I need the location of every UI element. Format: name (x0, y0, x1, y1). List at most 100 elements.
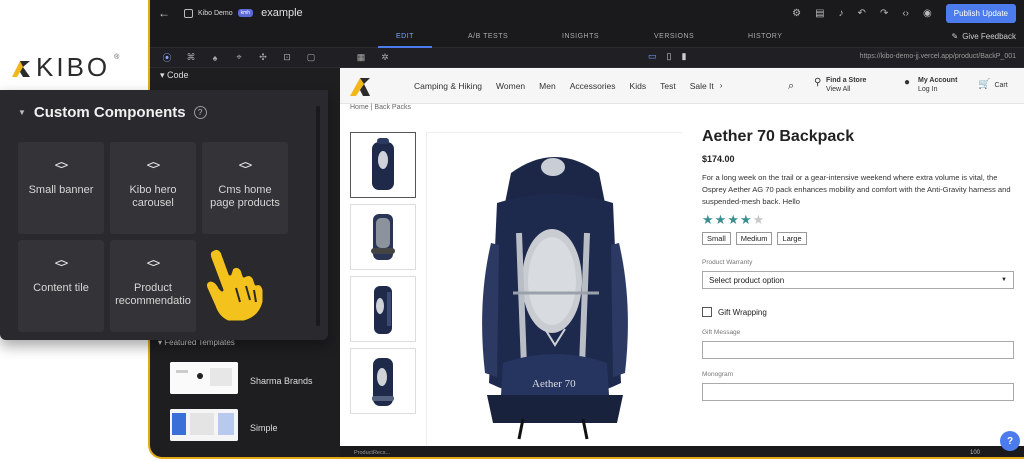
store-logo-icon[interactable] (348, 68, 372, 104)
comments-icon[interactable]: ▢ (304, 52, 318, 63)
nav-item[interactable]: Sale It (690, 81, 714, 91)
template-preview-image (170, 409, 238, 441)
nav-item[interactable]: Camping & Hiking (414, 81, 482, 91)
product-warranty-select[interactable]: Select product option ▼ (702, 271, 1014, 289)
product-warranty-label: Product Warranty (702, 259, 753, 266)
help-button[interactable]: ? (1000, 431, 1020, 451)
code-brackets-icon: <> (54, 256, 68, 270)
status-text: ProductRecs... (354, 449, 391, 456)
debug-icon[interactable]: ⚙ (792, 8, 801, 19)
component-tile-cms-home-page-products[interactable]: <> Cms home page products (202, 142, 288, 234)
back-arrow-icon[interactable]: ← (158, 6, 170, 20)
store-header: Camping & Hiking Women Men Accessories K… (340, 68, 1024, 104)
template-name-sharma[interactable]: Sharma Brands (250, 376, 313, 386)
desktop-icon[interactable]: ▭ (648, 51, 657, 62)
size-option-large[interactable]: Large (777, 232, 807, 245)
star-icon: ★ (752, 212, 766, 227)
template-thumbnail-simple[interactable] (170, 409, 238, 441)
code-section-label[interactable]: ▾ Code (160, 70, 189, 81)
redo-icon[interactable]: ↷ (880, 8, 888, 19)
size-option-medium[interactable]: Medium (735, 232, 773, 245)
breadcrumb-back-packs[interactable]: Back Packs (374, 104, 411, 111)
preview-eye-icon[interactable]: ◉ (923, 8, 932, 19)
layers-icon[interactable]: ⦿ (160, 51, 174, 64)
custom-components-panel: ▼ Custom Components ? <> Small banner <>… (0, 90, 328, 340)
backpack-thumb-side (374, 286, 392, 334)
size-options: Small Medium Large (702, 232, 1014, 245)
notification-bell-icon[interactable]: ♪ (839, 8, 844, 19)
gift-wrapping-checkbox[interactable]: Gift Wrapping (702, 307, 1014, 317)
undo-icon[interactable]: ↶ (858, 8, 866, 19)
tab-insights[interactable]: INSIGHTS (562, 33, 599, 40)
site-selector[interactable]: Kibo Demo kmh (184, 8, 254, 18)
template-thumbnail-sharma[interactable] (170, 362, 238, 394)
product-thumbnail[interactable] (350, 204, 416, 270)
template-preview-image (170, 362, 238, 394)
custom-components-header[interactable]: ▼ Custom Components ? (18, 104, 207, 121)
feedback-icon: ✎ (951, 32, 959, 41)
product-thumbnail[interactable] (350, 348, 416, 414)
nav-item[interactable]: Kids (630, 81, 647, 91)
product-thumbnail[interactable] (350, 276, 416, 342)
give-feedback-link[interactable]: ✎ Give Feedback (951, 32, 1016, 41)
component-tile-kibo-hero-carousel[interactable]: <> Kibo hero carousel (110, 142, 196, 234)
template-name-simple[interactable]: Simple (250, 423, 278, 433)
page-name[interactable]: example (261, 7, 303, 19)
editor-tool-row: ⦿ ⌘ ♠ ⌖ ✣ ⊡ ▢ ▦ ✲ ▭ ▯ ▮ https://kibo-dem… (150, 48, 1024, 68)
settings-gear-icon[interactable]: ✲ (378, 52, 392, 63)
styles-icon[interactable]: ♠ (208, 53, 222, 63)
tab-versions[interactable]: VERSIONS (654, 33, 694, 40)
give-feedback-label: Give Feedback (962, 32, 1016, 41)
collapse-triangle-icon[interactable]: ▼ (18, 108, 26, 117)
nav-more-chevron-icon[interactable]: › (720, 81, 723, 90)
data-icon[interactable]: ⌖ (232, 52, 246, 63)
cart-link[interactable]: 🛒 Cart (978, 80, 1008, 90)
pack-brand-text: Aether 70 (532, 378, 576, 390)
zoom-level[interactable]: 100 (970, 450, 980, 456)
publish-update-button[interactable]: Publish Update (945, 3, 1016, 23)
tablet-icon[interactable]: ▯ (667, 51, 672, 62)
tab-ab-tests[interactable]: A/B TESTS (468, 33, 508, 40)
components-icon[interactable]: ⌘ (184, 52, 198, 63)
document-icon[interactable]: ▤ (815, 8, 824, 19)
mobile-icon[interactable]: ▮ (681, 51, 686, 62)
component-tile-product-recommendation[interactable]: <> Product recommendatio (110, 240, 196, 332)
component-label: Product recommendatio (115, 282, 191, 307)
preview-url: https://kibo-demo-jj.vercel.app/product/… (859, 53, 1016, 60)
nav-item[interactable]: Test (660, 81, 676, 91)
settings-icon[interactable]: ⊡ (280, 52, 294, 63)
tab-history[interactable]: HISTORY (748, 33, 782, 40)
panel-scrollbar[interactable] (316, 106, 320, 326)
code-brackets-icon: <> (146, 256, 160, 270)
component-tile-content-tile[interactable]: <> Content tile (18, 240, 104, 332)
assets-icon[interactable]: ✣ (256, 52, 270, 63)
grid-icon[interactable]: ▦ (354, 52, 368, 63)
product-thumbnail[interactable] (350, 132, 416, 198)
monogram-input[interactable] (702, 383, 1014, 401)
nav-item[interactable]: Men (539, 81, 556, 91)
component-tile-small-banner[interactable]: <> Small banner (18, 142, 104, 234)
nav-item[interactable]: Women (496, 81, 525, 91)
account-icon: ● (904, 77, 911, 88)
size-option-small[interactable]: Small (702, 232, 731, 245)
breadcrumb: Home | Back Packs (350, 104, 411, 111)
gift-message-input[interactable] (702, 341, 1014, 359)
star-icon: ★ (702, 212, 715, 227)
search-icon[interactable]: ⌕ (788, 80, 794, 93)
code-view-icon[interactable]: ‹› (902, 8, 909, 19)
tab-edit[interactable]: EDIT (378, 33, 432, 48)
find-store-link[interactable]: ⚲ Find a Store View All (814, 76, 866, 94)
breadcrumb-home[interactable]: Home (350, 104, 369, 111)
product-price: $174.00 (702, 154, 735, 164)
editor-tab-bar: EDIT A/B TESTS INSIGHTS VERSIONS HISTORY… (150, 26, 1024, 48)
env-badge: kmh (237, 9, 254, 17)
nav-item[interactable]: Accessories (570, 81, 616, 91)
help-circle-icon[interactable]: ? (193, 106, 207, 119)
product-main-image[interactable]: Aether 70 (426, 132, 683, 446)
component-label: Small banner (28, 184, 94, 196)
checkbox-box[interactable] (702, 307, 712, 317)
code-brackets-icon: <> (54, 158, 68, 172)
my-account-link[interactable]: ● My Account Log In (904, 76, 957, 94)
custom-components-title: Custom Components (33, 104, 186, 121)
monogram-label: Monogram (702, 371, 734, 378)
